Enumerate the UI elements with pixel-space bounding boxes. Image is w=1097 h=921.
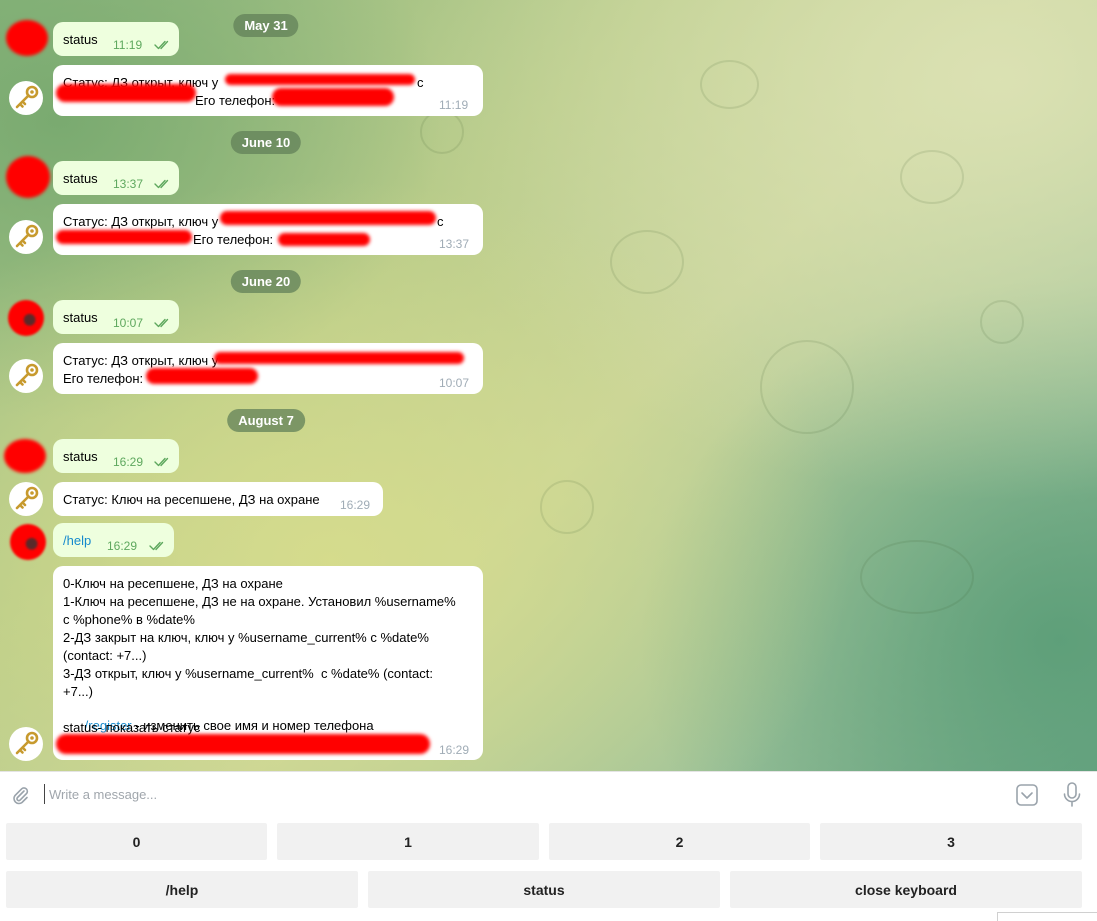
- message-text: status: [63, 32, 98, 47]
- redaction-mark: [146, 368, 258, 384]
- bot-avatar[interactable]: [9, 359, 43, 393]
- message-time: 13:37: [439, 237, 470, 251]
- background-doodle: [420, 110, 464, 154]
- background-doodle: [860, 540, 974, 614]
- message-command-link[interactable]: /help: [63, 533, 91, 549]
- keyboard-toggle-icon[interactable]: [1016, 784, 1038, 806]
- message-bubble-incoming[interactable]: 0-Ключ на ресепшене, ДЗ на охране 1-Ключ…: [53, 566, 483, 760]
- message-time: 16:29: [439, 743, 470, 757]
- message-text: status: [63, 310, 98, 325]
- message-text: Его телефон:: [63, 371, 144, 386]
- message-text: Статус: ДЗ открыт, ключ у: [63, 353, 219, 368]
- message-bubble-outgoing[interactable]: status 13:37: [53, 161, 179, 195]
- key-avatar-icon: [13, 731, 39, 757]
- message-time: 10:07: [113, 316, 144, 330]
- message-text: +7...): [63, 684, 93, 699]
- bot-reply-keyboard: 0 1 2 3 /help status close keyboard: [0, 816, 1097, 920]
- date-separator: June 10: [230, 131, 302, 154]
- message-composer: [0, 771, 1097, 817]
- message-time: 13:37: [113, 177, 144, 191]
- message-time: 10:07: [439, 376, 470, 390]
- message-text: 3-ДЗ открыт, ключ у %username_current% с…: [63, 666, 433, 681]
- message-bubble-incoming[interactable]: Статус: ДЗ открыт, ключ у Его телефон: 1…: [53, 343, 483, 394]
- background-doodle: [900, 150, 964, 204]
- keyboard-button-3[interactable]: 3: [820, 823, 1082, 860]
- key-avatar-icon: [13, 85, 39, 111]
- redaction-mark: [220, 211, 436, 225]
- message-text: status: [63, 171, 98, 186]
- key-avatar-icon: [13, 363, 39, 389]
- message-text: (contact: +7...): [63, 648, 147, 663]
- message-bubble-outgoing[interactable]: status 11:19: [53, 22, 179, 56]
- keyboard-button-2[interactable]: 2: [549, 823, 810, 860]
- redaction-mark: [56, 84, 196, 102]
- message-text: с: [437, 214, 444, 229]
- message-input[interactable]: [44, 784, 953, 804]
- keyboard-button-help[interactable]: /help: [6, 871, 358, 908]
- redaction-mark: [272, 88, 394, 106]
- keyboard-button-status[interactable]: status: [368, 871, 720, 908]
- message-text: с %phone% в %date%: [63, 612, 195, 627]
- message-time: 16:29: [113, 455, 144, 469]
- date-separator: June 20: [230, 270, 302, 293]
- redaction-mark: [278, 233, 370, 246]
- bot-avatar[interactable]: [9, 220, 43, 254]
- keyboard-button-1[interactable]: 1: [277, 823, 539, 860]
- message-bubble-outgoing[interactable]: status 10:07: [53, 300, 179, 334]
- user-avatar[interactable]: [10, 524, 46, 560]
- background-doodle: [760, 340, 854, 434]
- user-avatar[interactable]: [4, 439, 46, 473]
- keyboard-button-close[interactable]: close keyboard: [730, 871, 1082, 908]
- message-text: 0-Ключ на ресепшене, ДЗ на охране: [63, 576, 283, 591]
- redaction-mark: [214, 352, 464, 364]
- message-text: Статус: ДЗ открыт, ключ у: [63, 214, 219, 229]
- double-check-icon: [154, 317, 172, 328]
- message-bubble-outgoing[interactable]: /help 16:29: [53, 523, 174, 557]
- message-text: Статус: Ключ на ресепшене, ДЗ на охране: [63, 492, 320, 507]
- keyboard-button-0[interactable]: 0: [6, 823, 267, 860]
- chat-history[interactable]: May 31 June 10 June 20 August 7 status 1…: [0, 0, 1097, 771]
- bot-avatar[interactable]: [9, 482, 43, 516]
- double-check-icon: [149, 540, 167, 551]
- paperclip-icon[interactable]: [10, 785, 30, 805]
- message-bubble-incoming[interactable]: Статус: Ключ на ресепшене, ДЗ на охране …: [53, 482, 383, 516]
- date-separator: May 31: [233, 14, 299, 37]
- message-text: с: [417, 75, 424, 90]
- message-text: 1-Ключ на ресепшене, ДЗ не на охране. Ус…: [63, 594, 456, 609]
- message-time: 16:29: [107, 539, 138, 553]
- user-avatar[interactable]: [6, 156, 50, 198]
- key-avatar-icon: [13, 224, 39, 250]
- key-avatar-icon: [13, 486, 39, 512]
- double-check-icon: [154, 178, 172, 189]
- message-bubble-outgoing[interactable]: status 16:29: [53, 439, 179, 473]
- message-text: status: [63, 449, 98, 464]
- redaction-mark: [56, 230, 192, 244]
- user-avatar[interactable]: [6, 20, 48, 56]
- user-avatar[interactable]: [8, 300, 44, 336]
- message-text: 2-ДЗ закрыт на ключ, ключ у %username_cu…: [63, 630, 429, 645]
- double-check-icon: [154, 456, 172, 467]
- date-separator: August 7: [227, 409, 305, 432]
- bot-avatar[interactable]: [9, 727, 43, 761]
- redaction-mark: [56, 734, 430, 754]
- double-check-icon: [154, 39, 172, 50]
- background-doodle: [540, 480, 594, 534]
- message-time: 11:19: [439, 98, 469, 112]
- redaction-mark: [225, 74, 415, 85]
- background-doodle: [700, 60, 759, 109]
- background-doodle: [610, 230, 684, 294]
- message-time: 16:29: [340, 498, 371, 512]
- message-text: Его телефон:: [193, 232, 274, 247]
- background-doodle: [980, 300, 1024, 344]
- microphone-icon[interactable]: [1062, 782, 1082, 808]
- bot-avatar[interactable]: [9, 81, 43, 115]
- message-time: 11:19: [113, 38, 143, 52]
- message-text: Его телефон:: [195, 93, 276, 108]
